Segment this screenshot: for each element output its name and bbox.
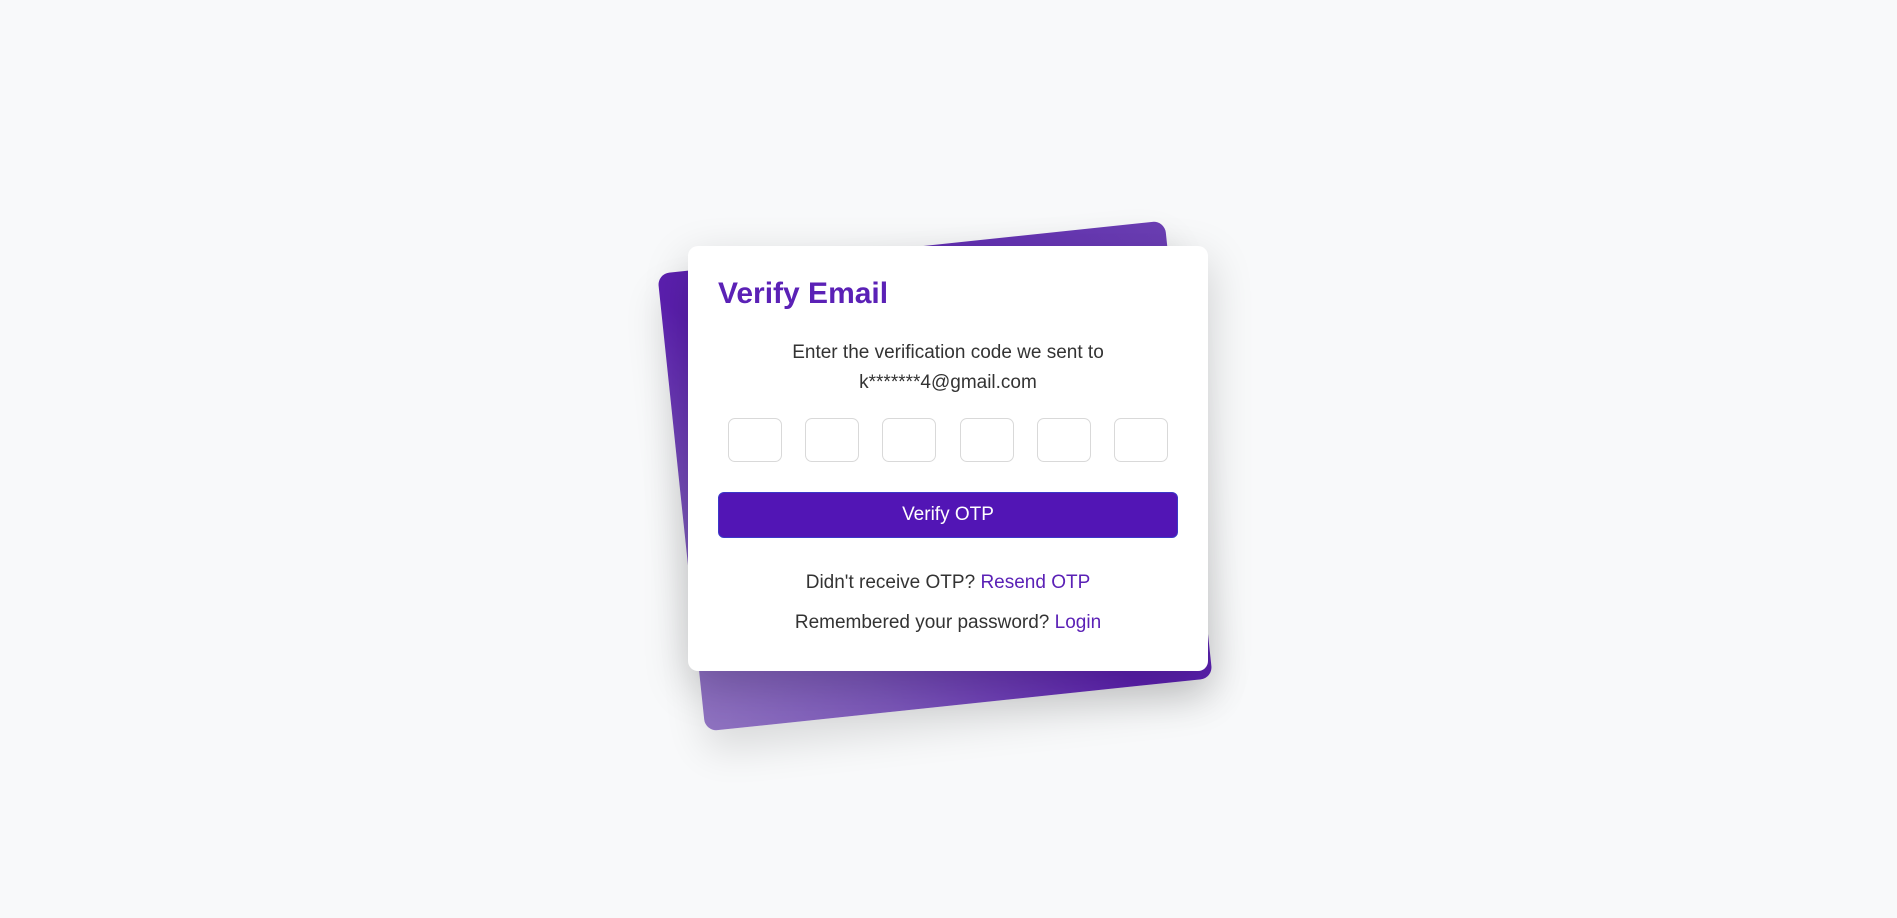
login-row: Remembered your password? Login [718, 610, 1178, 636]
resend-row: Didn't receive OTP? Resend OTP [718, 570, 1178, 596]
otp-digit-2[interactable] [805, 418, 860, 462]
verify-otp-button[interactable]: Verify OTP [718, 492, 1178, 538]
otp-digit-3[interactable] [882, 418, 937, 462]
verify-email-card: Verify Email Enter the verification code… [688, 246, 1208, 671]
resend-otp-link[interactable]: Resend OTP [980, 572, 1090, 593]
masked-email: k*******4@gmail.com [859, 372, 1037, 393]
otp-digit-6[interactable] [1113, 418, 1168, 462]
page-title: Verify Email [718, 277, 889, 310]
otp-digit-5[interactable] [1036, 418, 1091, 462]
page: Verify Email Enter the verification code… [0, 0, 1897, 918]
otp-input-group [718, 418, 1178, 462]
login-prompt: Remembered your password? [794, 612, 1050, 633]
description-line: Enter the verification code we sent to [792, 342, 1104, 363]
otp-digit-4[interactable] [959, 418, 1014, 462]
resend-prompt: Didn't receive OTP? [805, 572, 976, 593]
verification-description: Enter the verification code we sent to k… [718, 338, 1178, 398]
otp-digit-1[interactable] [728, 418, 782, 462]
login-link[interactable]: Login [1055, 612, 1102, 633]
